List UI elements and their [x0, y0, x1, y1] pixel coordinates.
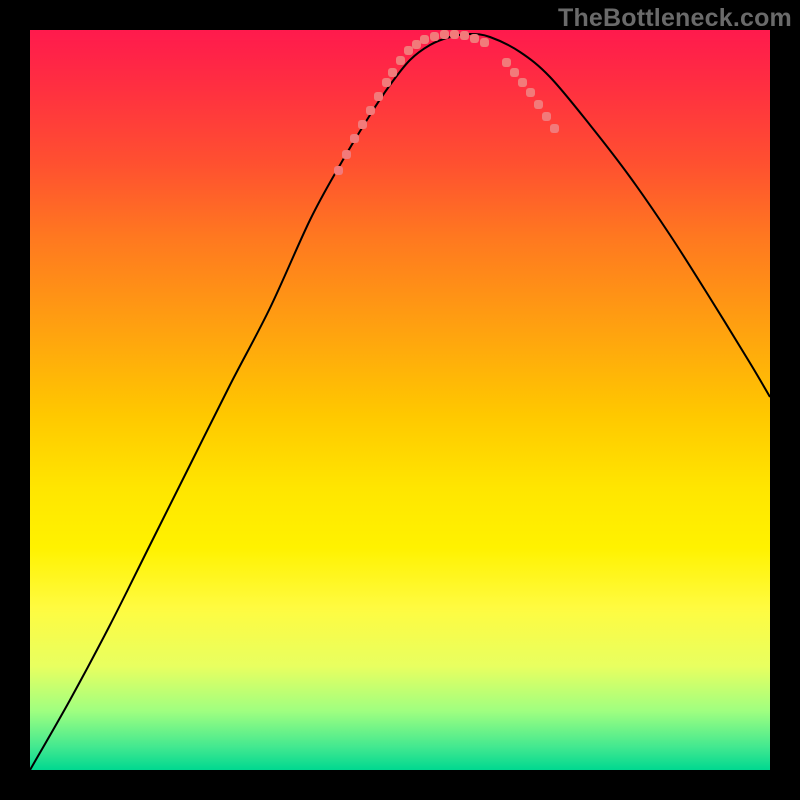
highlight-dot	[374, 92, 383, 101]
highlight-dot	[382, 78, 391, 87]
highlight-dot	[550, 124, 559, 133]
highlight-dot	[460, 31, 469, 40]
highlight-dot	[534, 100, 543, 109]
highlight-dot	[526, 88, 535, 97]
highlight-dot	[334, 166, 343, 175]
highlight-dot	[502, 58, 511, 67]
highlight-dot	[404, 46, 413, 55]
highlight-dot	[440, 30, 449, 39]
highlight-dot	[412, 40, 421, 49]
highlight-dot	[430, 32, 439, 41]
highlight-dot	[510, 68, 519, 77]
highlight-dot	[358, 120, 367, 129]
highlight-dot	[470, 34, 479, 43]
highlight-dot	[518, 78, 527, 87]
bottleneck-curve	[30, 34, 770, 770]
highlight-dot	[542, 112, 551, 121]
watermark-label: TheBottleneck.com	[558, 4, 792, 33]
plot-area	[30, 30, 770, 770]
highlight-dot	[450, 30, 459, 39]
highlight-dot	[420, 35, 429, 44]
chart-frame: TheBottleneck.com	[0, 0, 800, 800]
highlight-dot	[396, 56, 405, 65]
highlight-dot	[388, 68, 397, 77]
highlight-dot	[342, 150, 351, 159]
highlight-dot	[480, 38, 489, 47]
highlight-dot	[350, 134, 359, 143]
chart-svg	[30, 30, 770, 770]
highlight-dot	[366, 106, 375, 115]
